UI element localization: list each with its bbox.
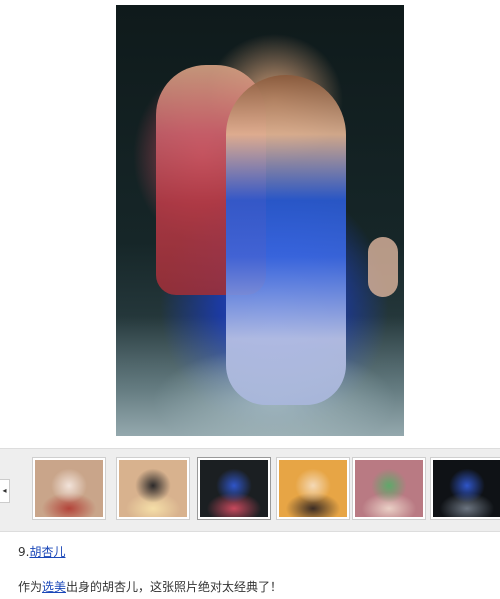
photo-figure-woman xyxy=(226,75,346,405)
thumbnail-3[interactable] xyxy=(197,457,271,520)
thumbnail-6[interactable] xyxy=(430,457,500,520)
thumbnail-1[interactable] xyxy=(32,457,106,520)
thumbnail-2[interactable] xyxy=(116,457,190,520)
prev-arrow-button[interactable]: ◂ xyxy=(0,479,10,503)
photo-caption: 9.胡杏儿 xyxy=(18,543,65,560)
caption-name-link[interactable]: 胡杏儿 xyxy=(29,545,65,559)
thumbnail-4[interactable] xyxy=(276,457,350,520)
description-link[interactable]: 选美 xyxy=(42,580,66,594)
main-photo xyxy=(116,5,404,436)
thumbnail-image xyxy=(279,460,347,517)
thumbnail-strip: ◂ xyxy=(0,448,500,532)
thumbnail-5[interactable] xyxy=(352,457,426,520)
description-prefix: 作为 xyxy=(18,580,43,594)
photo-description: 作为选美出身的胡杏儿，这张照片绝对太经典了！ xyxy=(18,578,282,595)
caption-index: 9. xyxy=(18,545,30,559)
thumbnail-image xyxy=(119,460,187,517)
description-suffix: 出身的胡杏儿，这张照片绝对太经典了！ xyxy=(66,580,283,594)
photo-audience-hand xyxy=(368,237,398,297)
thumbnail-image xyxy=(200,460,268,517)
thumbnail-image xyxy=(35,460,103,517)
thumbnail-image xyxy=(355,460,423,517)
thumbnail-image xyxy=(433,460,500,517)
